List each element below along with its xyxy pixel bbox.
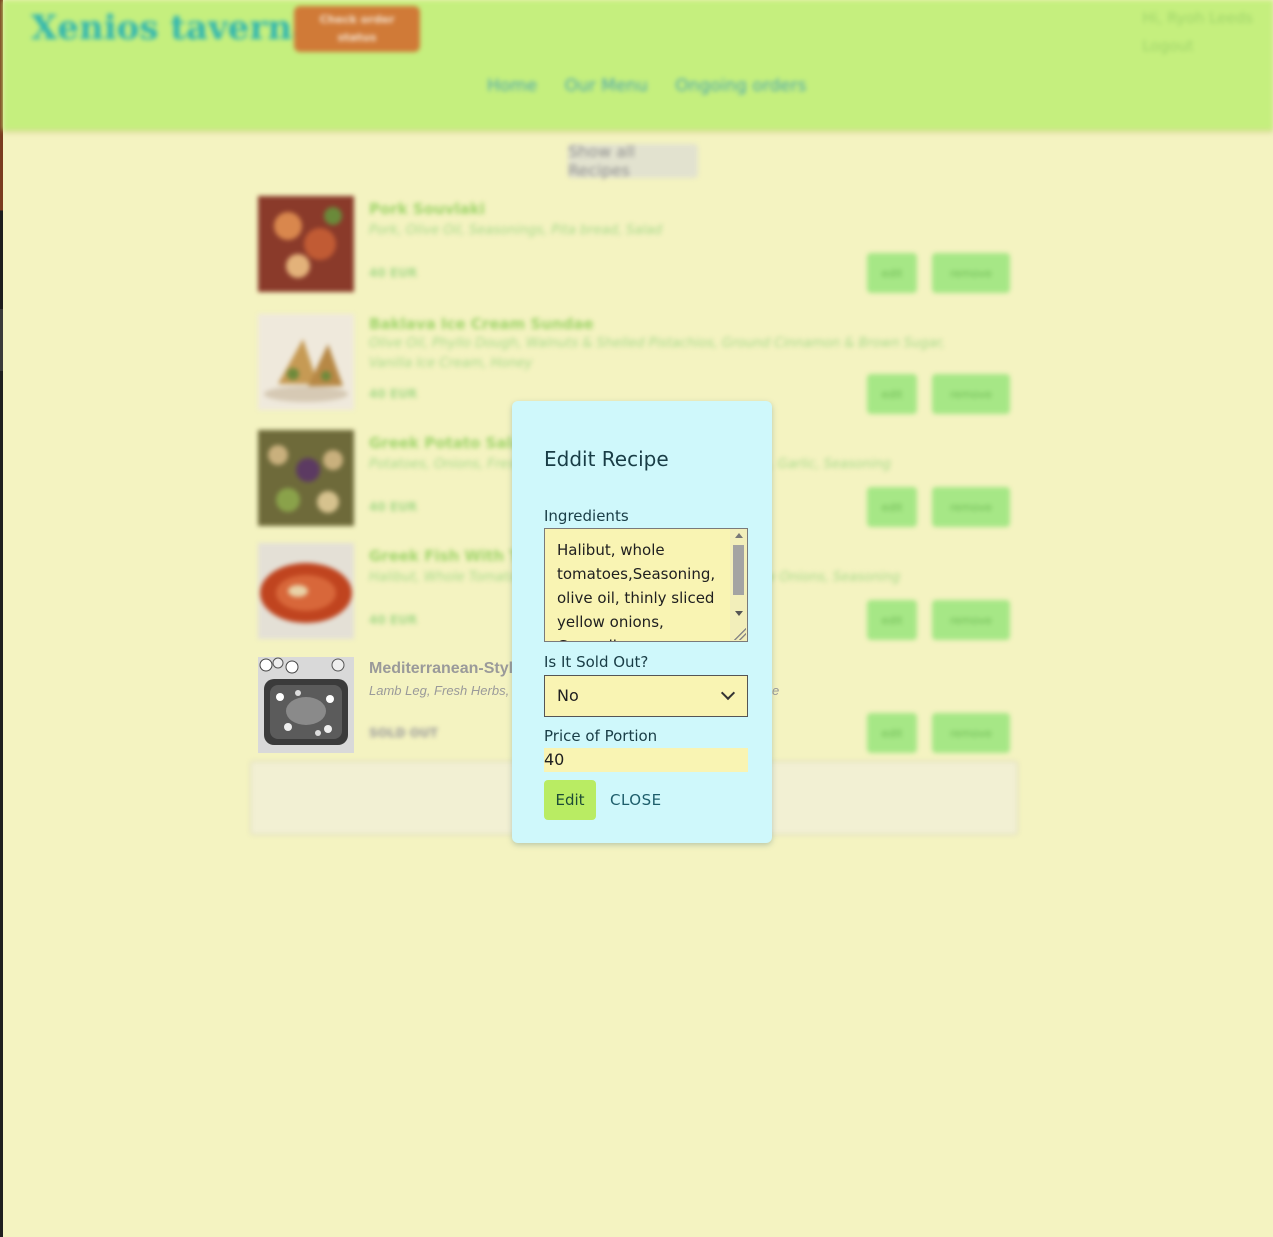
recipe-edit-button[interactable]: edit <box>867 487 917 527</box>
check-order-status-button[interactable]: Check order status <box>294 6 420 52</box>
sold-out-value: No <box>557 686 579 705</box>
sold-out-select[interactable]: No <box>544 675 748 717</box>
recipe-price: SOLD OUT <box>369 726 438 740</box>
recipe-image-sold-out <box>258 657 354 753</box>
site-header: Xenios taverna Check order status Hi, Ry… <box>3 0 1273 130</box>
recipe-image <box>258 314 354 410</box>
show-all-recipes-button[interactable]: Show all Recipes <box>568 142 698 180</box>
chevron-down-icon <box>720 685 736 701</box>
recipe-image <box>258 430 354 526</box>
scroll-thumb[interactable] <box>733 545 744 595</box>
modal-title: Eddit Recipe <box>544 447 669 471</box>
recipe-title: Greek Potato Salad <box>369 434 533 452</box>
recipe-title: Pork Souvlaki <box>369 200 485 218</box>
recipe-edit-button[interactable]: edit <box>867 374 917 414</box>
recipe-remove-button[interactable]: remove <box>932 487 1010 527</box>
price-label: Price of Portion <box>544 727 658 745</box>
recipe-edit-button[interactable]: edit <box>867 253 917 293</box>
main-nav: Home Our Menu Ongoing orders <box>487 76 828 96</box>
price-input[interactable]: 40 <box>544 748 748 772</box>
nav-home[interactable]: Home <box>487 76 537 96</box>
recipe-edit-button[interactable]: edit <box>867 713 917 753</box>
recipe-price: 40 EUR <box>369 266 418 280</box>
recipe-remove-button[interactable]: remove <box>932 600 1010 640</box>
textarea-scrollbar[interactable] <box>730 529 747 641</box>
recipe-ingredients-sold-out: Lamb Leg, Fresh Herbs, <box>369 683 510 698</box>
recipe-image <box>258 543 354 639</box>
brand-title[interactable]: Xenios taverna <box>31 8 314 48</box>
recipe-ingredients: Olive Oil, Phyllo Dough, Walnuts & Shell… <box>369 336 945 371</box>
edit-recipe-modal: Eddit Recipe Ingredients Halibut, whole … <box>512 401 772 843</box>
sold-out-label: Is It Sold Out? <box>544 653 649 671</box>
logout-link[interactable]: Logout <box>1142 32 1253 60</box>
recipe-title: Baklava Ice Cream Sundae <box>369 315 594 333</box>
scroll-up-icon[interactable] <box>735 533 743 538</box>
resize-grip-icon[interactable] <box>734 628 746 640</box>
recipe-price: 40 EUR <box>369 613 418 627</box>
greeting-text: Hi, Ryoh Leeds <box>1142 9 1253 27</box>
close-button[interactable]: CLOSE <box>610 780 662 820</box>
ingredients-textarea[interactable]: Halibut, whole tomatoes,Seasoning, olive… <box>544 528 748 642</box>
recipe-price: 40 EUR <box>369 387 418 401</box>
recipe-image <box>258 196 354 292</box>
recipe-remove-button[interactable]: remove <box>932 374 1010 414</box>
nav-our-menu[interactable]: Our Menu <box>565 76 648 96</box>
user-greeting: Hi, Ryoh Leeds Logout <box>1142 4 1253 60</box>
recipe-ingredients: Pork, Olive Oil, Seasonings, Pita bread,… <box>369 223 663 238</box>
recipe-remove-button[interactable]: remove <box>932 253 1010 293</box>
recipe-title-sold-out: Mediterranean-Style <box>369 660 522 677</box>
recipe-remove-button[interactable]: remove <box>932 713 1010 753</box>
ingredients-value: Halibut, whole tomatoes,Seasoning, olive… <box>557 541 716 641</box>
ingredients-label: Ingredients <box>544 507 629 525</box>
recipe-ingredients-tail: e <box>772 683 780 698</box>
scroll-down-icon[interactable] <box>735 611 743 616</box>
recipe-card: Pork Souvlaki Pork, Olive Oil, Seasoning… <box>250 194 1018 298</box>
nav-ongoing-orders[interactable]: Ongoing orders <box>675 76 806 96</box>
recipe-edit-button[interactable]: edit <box>867 600 917 640</box>
edit-button[interactable]: Edit <box>544 780 596 820</box>
recipe-price: 40 EUR <box>369 500 418 514</box>
